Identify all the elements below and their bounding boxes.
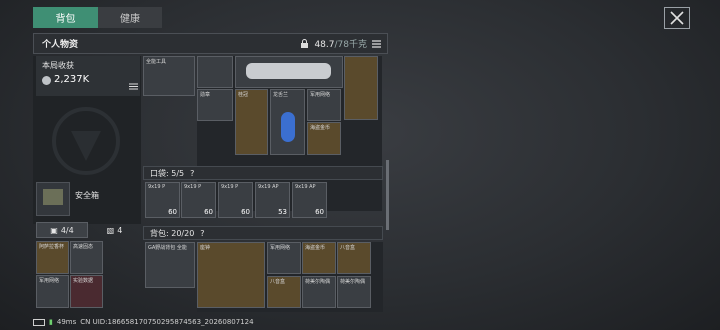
tab-ammo-count: 4 [117, 225, 123, 235]
coin-icon [42, 76, 51, 85]
emblem-watermark-icon [52, 107, 120, 175]
weight-value: 48.7/78千克 [314, 37, 367, 50]
details-list-icon[interactable] [129, 83, 138, 90]
equipment-item-5[interactable]: 勋章 [197, 89, 233, 121]
pocket-item-4[interactable]: 9x19 AP 53 [255, 182, 290, 218]
item-name: 实验数据 [73, 278, 94, 284]
item-name: 海盗金币 [305, 245, 326, 251]
side-item-2[interactable]: 高速固态 [70, 241, 103, 274]
item-name: 八音盒 [340, 245, 356, 251]
personal-items-header: 个人物资 48.7/78千克 [33, 33, 388, 54]
backpack-item-1[interactable]: 座钟 [197, 242, 265, 308]
backpack-item-4[interactable]: 八音盒 [337, 242, 371, 274]
backpack-item-2[interactable]: 军用网络 [267, 242, 301, 274]
side-item-4[interactable]: 实验数据 [70, 275, 103, 308]
item-name: 桂冠 [238, 92, 249, 98]
signal-icon: ▮ [49, 318, 53, 326]
item-name: 高速固态 [73, 244, 94, 250]
backpack-bar: 背包: 20/20 ? [143, 226, 383, 240]
item-name: 八音盒 [270, 279, 286, 285]
tab-container-slots[interactable]: ▣ 4/4 [36, 222, 88, 238]
personal-items-title: 个人物资 [42, 40, 79, 50]
backpack-help-icon[interactable]: ? [200, 229, 204, 238]
weight-current: 48.7 [314, 40, 335, 50]
pocket-item-5[interactable]: 9x19 AP 60 [292, 182, 327, 218]
tab-container-count: 4/4 [60, 225, 74, 235]
backpack-item-3[interactable]: 海盗金币 [302, 242, 336, 274]
status-bar: ▮ 49ms CN UID:186658170750295874563_2026… [33, 318, 254, 326]
equipment-slot-1[interactable]: 全能工具 [143, 56, 195, 96]
item-name: 座钟 [200, 245, 211, 251]
side-item-1[interactable]: 阿萨拉香杯 [36, 241, 69, 274]
pocket-item-1[interactable]: 9x19 P 60 [145, 182, 180, 218]
item-name: 9x19 P [148, 184, 166, 190]
item-name: 海盗金币 [310, 125, 331, 131]
round-gain-title: 本局收获 [42, 61, 74, 70]
item-name: 荷美尔陶偶 [340, 279, 366, 285]
backpack-item-5[interactable]: 八音盒 [267, 276, 301, 308]
item-name: 勋章 [200, 92, 211, 98]
round-gain-value: 2,237K [54, 74, 90, 85]
item-name: GA野战背包 全能 [148, 245, 187, 251]
list-icon[interactable] [372, 39, 381, 48]
backpack-equip-slot[interactable]: GA野战背包 全能 [145, 242, 195, 288]
item-name: 龙舌兰 [273, 92, 289, 98]
equipment-item-3[interactable] [235, 56, 343, 88]
item-name: 军用网络 [310, 92, 331, 98]
pocket-item-3[interactable]: 9x19 P 60 [218, 182, 253, 218]
close-icon [670, 11, 684, 25]
round-gain-card: 本局收获 2,237K [36, 56, 140, 96]
item-name: 9x19 P [184, 184, 202, 190]
item-name: 全能工具 [146, 59, 167, 65]
tab-health[interactable]: 健康 [98, 7, 162, 28]
item-count: 60 [315, 208, 324, 216]
equipment-item-6[interactable]: 桂冠 [235, 89, 268, 155]
battery-icon [33, 318, 45, 326]
briefcase-icon: ▣ [50, 225, 58, 235]
equipment-item-7[interactable]: 龙舌兰 [270, 89, 305, 155]
backpack-label: 背包: 20/20 [150, 228, 195, 238]
equipment-item-9[interactable]: 海盗金币 [307, 122, 341, 155]
equipment-item-8[interactable]: 军用网络 [307, 89, 341, 121]
close-button[interactable] [664, 7, 690, 29]
item-count: 60 [168, 208, 177, 216]
magazine-icon: ▧ [106, 225, 115, 235]
pocket-bar: 口袋: 5/5 ? [143, 166, 383, 180]
backpack-item-6[interactable]: 荷美尔陶偶 [302, 276, 336, 308]
item-name: 9x19 P [221, 184, 239, 190]
pocket-help-icon[interactable]: ? [190, 169, 194, 178]
item-name: 军用网络 [39, 278, 60, 284]
item-name: 9x19 AP [295, 184, 316, 190]
item-count: 60 [204, 208, 213, 216]
item-name: 军用网络 [270, 245, 291, 251]
weight-capacity: /78千克 [334, 40, 368, 50]
tab-ammo-slots[interactable]: ▧ 4 [92, 222, 137, 238]
side-item-3[interactable]: 军用网络 [36, 275, 69, 308]
pocket-label: 口袋: 5/5 [150, 168, 185, 178]
equipment-item-2[interactable] [197, 56, 233, 88]
cash-roll-icon [246, 63, 331, 79]
safe-box-icon [43, 189, 63, 205]
backpack-item-7[interactable]: 荷美尔陶偶 [337, 276, 371, 308]
scrollbar[interactable] [386, 160, 389, 230]
equipment-item-4[interactable] [344, 56, 378, 120]
bottle-icon [281, 112, 295, 142]
item-name: 9x19 AP [258, 184, 279, 190]
item-count: 60 [241, 208, 250, 216]
uid-text: CN UID:186658170750295874563_20260807124 [80, 318, 254, 326]
weight-lock-icon [301, 38, 309, 48]
tab-backpack[interactable]: 背包 [33, 7, 98, 28]
safe-box-slot[interactable] [36, 182, 70, 216]
item-count: 53 [278, 208, 287, 216]
safe-box-label: 安全箱 [75, 191, 99, 200]
ping-value: 49ms [56, 318, 77, 326]
pocket-item-2[interactable]: 9x19 P 60 [181, 182, 216, 218]
item-name: 荷美尔陶偶 [305, 279, 331, 285]
item-name: 阿萨拉香杯 [39, 244, 65, 250]
